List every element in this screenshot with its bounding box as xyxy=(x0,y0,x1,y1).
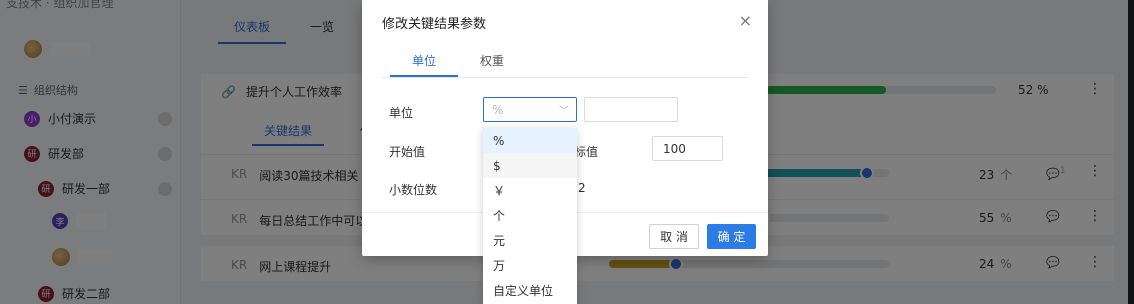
tab-weight[interactable]: 权重 xyxy=(480,52,504,69)
unit-select[interactable]: % ﹀ xyxy=(483,97,577,122)
unit-option[interactable]: $ xyxy=(483,153,577,178)
unit-label: 单位 xyxy=(389,106,414,120)
unit-select-value: % xyxy=(492,103,504,117)
target-value-input[interactable]: 100 xyxy=(652,136,723,161)
target-value: 100 xyxy=(663,142,686,156)
decimals-value: 2 xyxy=(578,181,586,195)
tab-unit[interactable]: 单位 xyxy=(389,52,459,77)
window-edge xyxy=(1128,0,1134,304)
start-value-label: 开始值 xyxy=(389,145,426,159)
unit-option[interactable]: 自定义单位 xyxy=(483,278,577,303)
ok-button[interactable]: 确 定 xyxy=(707,224,756,249)
dialog-title: 修改关键结果参数 xyxy=(382,17,487,32)
unit-option[interactable]: 万 xyxy=(483,253,577,278)
unit-dropdown: % $ ￥ 个 元 万 自定义单位 xyxy=(483,128,577,304)
target-value-label: 标值 xyxy=(574,145,599,159)
chevron-down-icon: ﹀ xyxy=(559,106,569,117)
cancel-button[interactable]: 取 消 xyxy=(649,224,699,249)
unit-option[interactable]: ￥ xyxy=(483,178,577,203)
unit-option[interactable]: % xyxy=(483,128,577,153)
tab-divider xyxy=(382,77,748,78)
close-icon[interactable]: × xyxy=(739,11,752,30)
dialog-tabs: 单位 权重 xyxy=(389,52,504,77)
decimals-label: 小数位数 xyxy=(389,183,438,197)
unit-option[interactable]: 个 xyxy=(483,203,577,228)
unit-option[interactable]: 元 xyxy=(483,228,577,253)
custom-unit-input[interactable] xyxy=(584,97,678,122)
